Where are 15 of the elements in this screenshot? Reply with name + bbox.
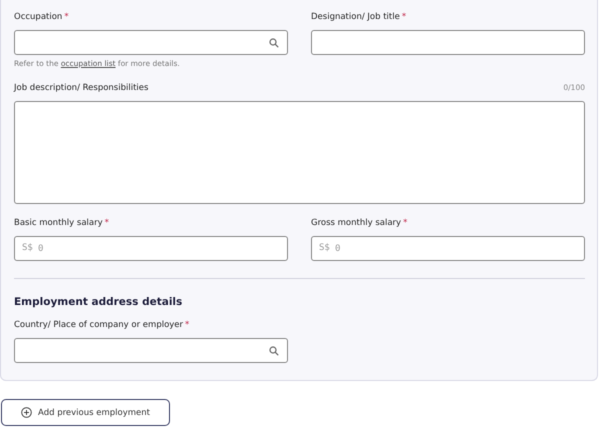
add-previous-employment-button[interactable]: Add previous employment	[1, 399, 170, 426]
field-label: Basic monthly salary *	[14, 217, 110, 229]
field-label: Job description/ Responsibilities	[14, 82, 148, 94]
field-label: Country/ Place of company or employer *	[14, 319, 190, 331]
field-label: Gross monthly salary *	[311, 217, 408, 229]
text-area[interactable]	[14, 101, 585, 204]
section-heading: Employment address details	[14, 295, 184, 309]
field-label: Designation/ Job title *	[311, 11, 408, 23]
currency-prefix: S$	[319, 243, 330, 254]
currency-prefix: S$	[22, 243, 33, 254]
field-label: Occupation *	[14, 11, 70, 23]
search-field[interactable]	[14, 338, 288, 363]
search-field[interactable]	[14, 30, 288, 55]
plus-circle-icon	[21, 407, 32, 418]
input-field[interactable]	[311, 30, 585, 55]
